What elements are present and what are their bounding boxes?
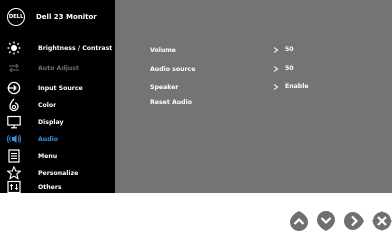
speaker-value[interactable]: Enable <box>273 83 309 90</box>
menu-icon <box>8 149 20 163</box>
audio-icon <box>7 134 21 144</box>
up-button[interactable] <box>288 210 310 232</box>
menu-item-menu[interactable]: Menu <box>0 148 115 164</box>
others-icon <box>7 180 21 194</box>
menu-label: Brightness / Contrast <box>38 44 113 52</box>
color-icon <box>9 98 19 112</box>
brightness-icon <box>7 41 21 55</box>
menu-label: Display <box>38 118 64 126</box>
audio-source-value[interactable]: 50 <box>273 65 294 72</box>
menu-item-auto-adjust[interactable]: Auto Adjust <box>0 60 115 76</box>
dell-logo: DELL <box>7 8 25 26</box>
volume-value[interactable]: 50 <box>273 46 294 53</box>
volume-value-text: 50 <box>285 46 294 53</box>
speaker-value-text: Enable <box>285 83 309 90</box>
menu-label: Auto Adjust <box>38 64 79 72</box>
menu-item-others[interactable]: Others <box>0 180 115 194</box>
exit-button[interactable] <box>371 210 392 232</box>
osd-header: DELL Dell 23 Monitor <box>7 6 97 28</box>
menu-label: Menu <box>38 152 58 160</box>
menu-item-brightness-contrast[interactable]: Brightness / Contrast <box>0 40 115 56</box>
audio-source-label: Audio source <box>150 66 196 73</box>
volume-label: Volume <box>150 47 176 54</box>
speaker-label: Speaker <box>150 84 179 91</box>
osd-sidebar: DELL Dell 23 Monitor Brightness / Contra… <box>0 0 115 194</box>
personalize-icon <box>7 166 21 180</box>
auto-adjust-icon <box>9 63 19 73</box>
chevron-right-icon <box>273 83 279 90</box>
menu-item-color[interactable]: Color <box>0 97 115 113</box>
menu-item-audio[interactable]: Audio <box>0 131 115 147</box>
display-icon <box>7 115 21 129</box>
menu-label: Others <box>38 183 62 191</box>
reset-audio-item[interactable]: Reset Audio <box>150 99 192 106</box>
monitor-model: Dell 23 Monitor <box>36 13 97 21</box>
menu-label: Audio <box>38 135 58 143</box>
menu-label: Input Source <box>38 84 83 92</box>
osd-panel: DELL Dell 23 Monitor Brightness / Contra… <box>0 0 392 194</box>
input-source-icon <box>7 81 21 95</box>
menu-label: Personalize <box>38 169 79 177</box>
chevron-right-icon <box>273 46 279 53</box>
menu-label: Color <box>38 101 57 109</box>
chevron-right-icon <box>273 65 279 72</box>
down-button[interactable] <box>315 210 337 232</box>
menu-item-personalize[interactable]: Personalize <box>0 165 115 181</box>
menu-item-display[interactable]: Display <box>0 114 115 130</box>
audio-source-value-text: 50 <box>285 65 294 72</box>
next-button[interactable] <box>343 210 365 232</box>
menu-item-input-source[interactable]: Input Source <box>0 80 115 96</box>
